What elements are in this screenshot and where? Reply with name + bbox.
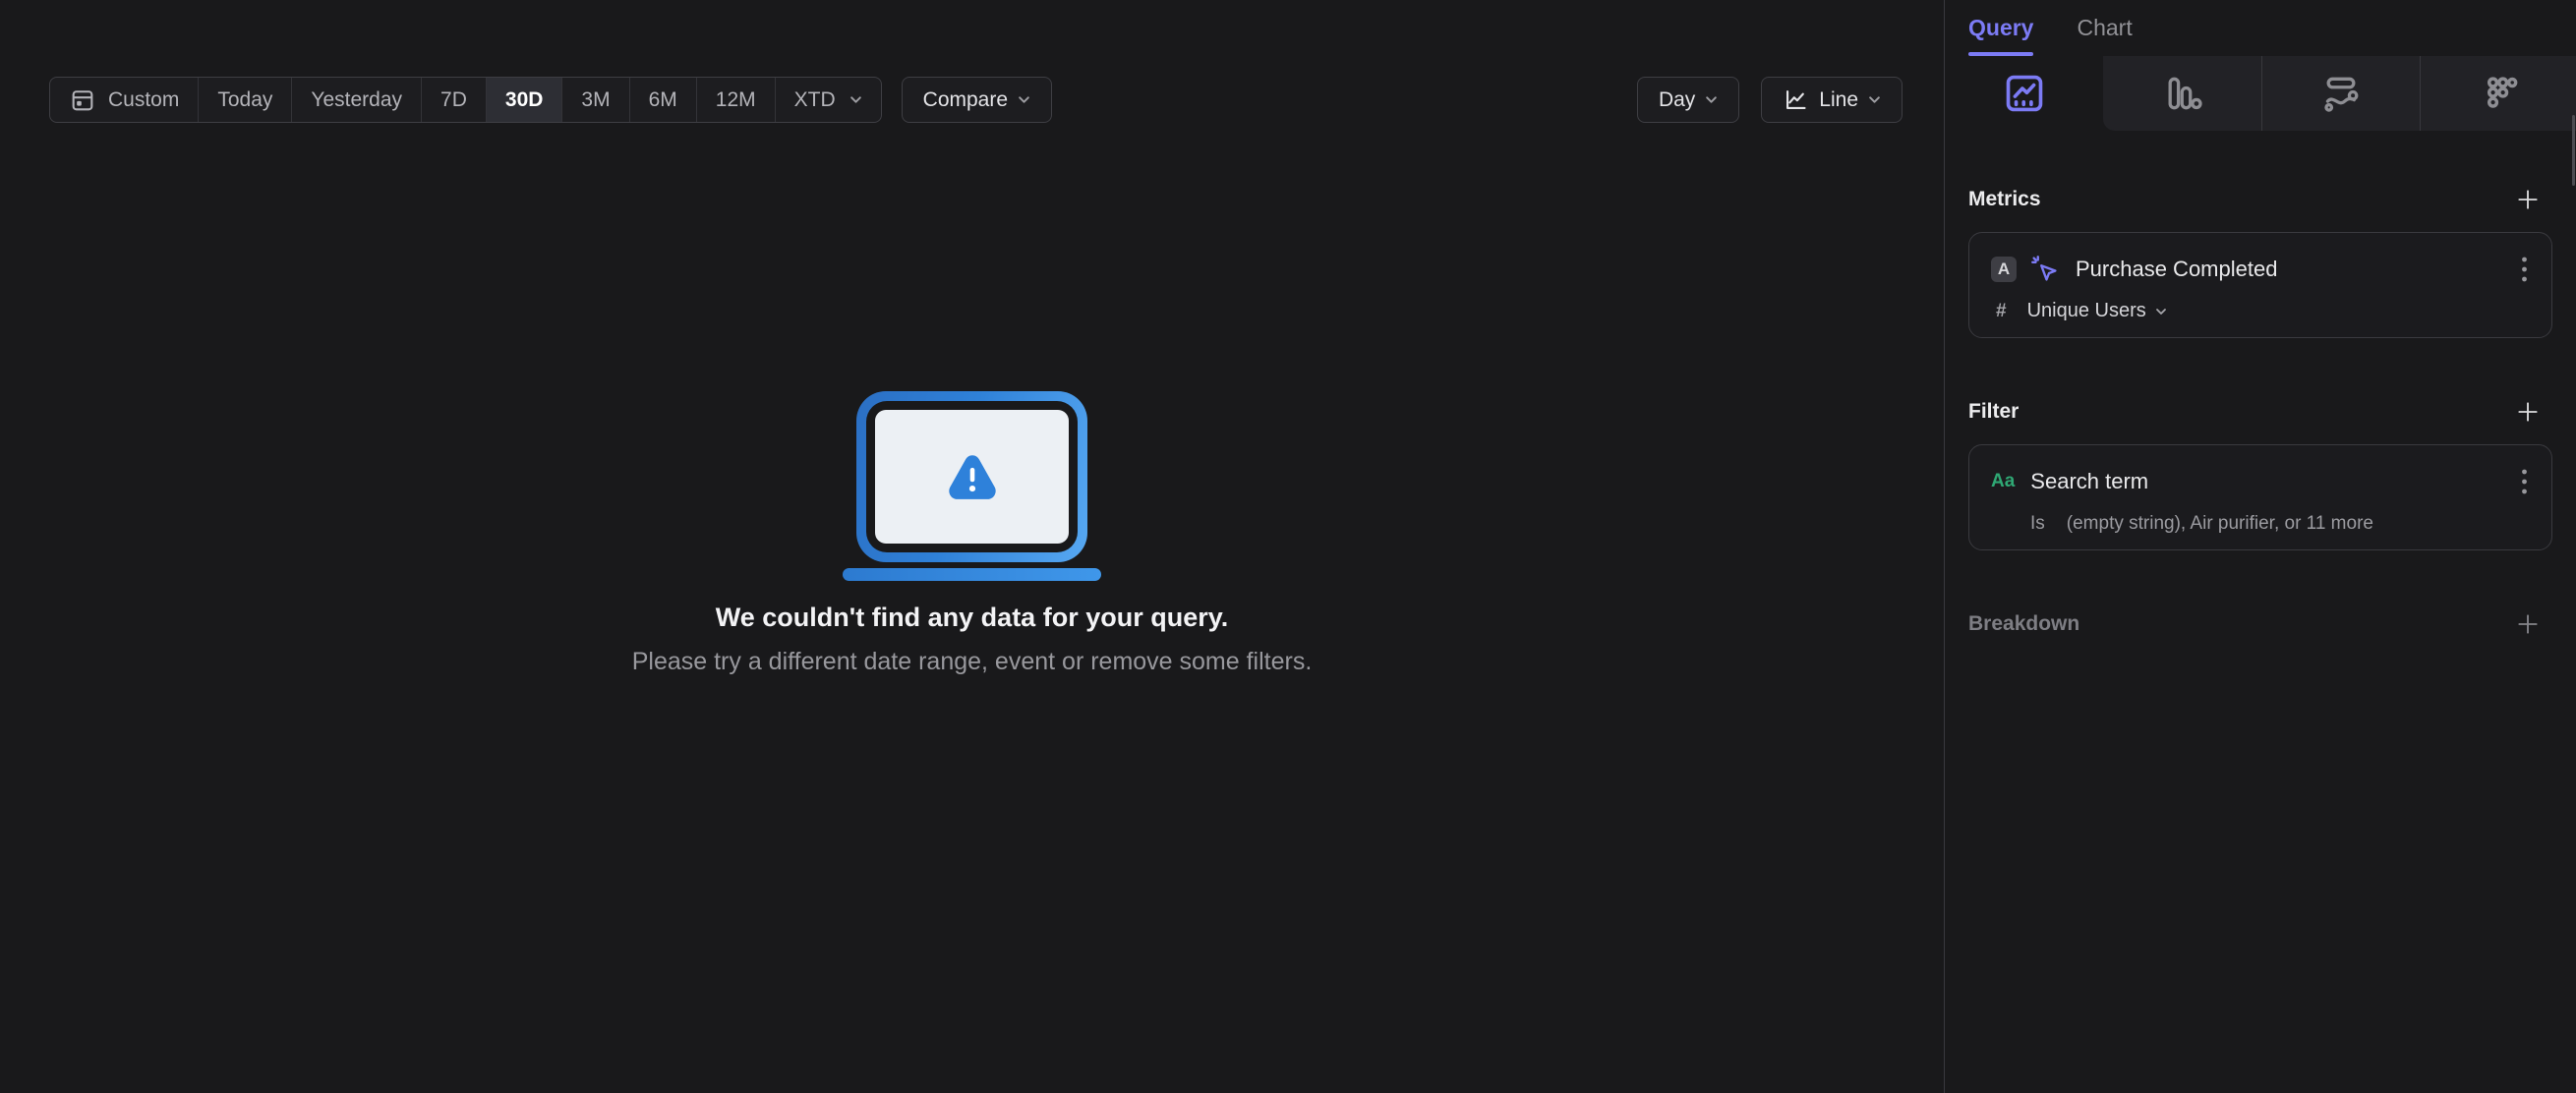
date-range-label: Today bbox=[217, 87, 273, 111]
compare-dropdown[interactable]: Compare bbox=[901, 77, 1053, 123]
metric-row-event: A Purchase Completed bbox=[1991, 254, 2532, 285]
aggregation-dropdown[interactable]: Unique Users bbox=[2027, 300, 2146, 322]
filter-kebab-menu-icon[interactable] bbox=[2517, 466, 2532, 497]
date-range-12m[interactable]: 12M bbox=[695, 78, 775, 122]
main-chart-area: Custom Today Yesterday 7D 30D 3M 6M 12M … bbox=[0, 0, 1944, 1093]
tab-query-label: Query bbox=[1968, 15, 2034, 40]
aggregation-symbol: # bbox=[1996, 300, 2007, 321]
tab-insights-selected[interactable] bbox=[1945, 56, 2103, 131]
flows-icon bbox=[2319, 72, 2363, 115]
tab-flows[interactable] bbox=[2261, 56, 2420, 131]
laptop-illustration bbox=[856, 391, 1087, 562]
tab-query[interactable]: Query bbox=[1968, 0, 2034, 56]
metric-row-aggregation: # Unique Users bbox=[1991, 300, 2532, 322]
line-chart-icon bbox=[1783, 86, 1809, 113]
chevron-down-icon bbox=[1868, 95, 1881, 104]
date-range-custom[interactable]: Custom bbox=[50, 78, 198, 122]
display-controls: Day Line bbox=[1636, 77, 1903, 123]
chevron-down-icon bbox=[1705, 95, 1718, 104]
breakdown-heading: Breakdown bbox=[1968, 612, 2080, 635]
tab-chart-label: Chart bbox=[2077, 15, 2133, 40]
date-range-label: Yesterday bbox=[311, 87, 403, 111]
filter-heading: Filter bbox=[1968, 400, 2020, 423]
filter-operator[interactable]: Is bbox=[2030, 513, 2045, 535]
filter-row-property: Aa Search term bbox=[1991, 466, 2532, 497]
date-range-label: 6M bbox=[648, 87, 677, 111]
panel-tab-bar: Query Chart bbox=[1945, 0, 2576, 56]
date-range-label: 30D bbox=[504, 87, 544, 111]
date-range-label: 3M bbox=[581, 87, 611, 111]
date-range-7d[interactable]: 7D bbox=[421, 78, 486, 122]
metric-kebab-menu-icon[interactable] bbox=[2517, 254, 2532, 285]
metrics-header: Metrics bbox=[1968, 187, 2552, 212]
metrics-section: Metrics A Purchase Completed # Unique Us… bbox=[1945, 187, 2576, 338]
panel-scrollbar[interactable] bbox=[2572, 115, 2575, 186]
date-range-3m[interactable]: 3M bbox=[561, 78, 628, 122]
date-range-30d-selected[interactable]: 30D bbox=[485, 78, 562, 122]
date-controls: Custom Today Yesterday 7D 30D 3M 6M 12M … bbox=[49, 77, 1053, 123]
date-range-label: 12M bbox=[715, 87, 756, 111]
query-builder-panel: Query Chart Metrics A Purchase Completed… bbox=[1944, 0, 2576, 1093]
add-filter-icon[interactable] bbox=[2515, 399, 2541, 425]
compare-label: Compare bbox=[922, 87, 1009, 111]
add-metric-icon[interactable] bbox=[2515, 187, 2541, 212]
report-type-tab-bar bbox=[1945, 56, 2576, 186]
breakdown-section: Breakdown bbox=[1945, 611, 2576, 637]
tab-retention[interactable] bbox=[2420, 56, 2576, 131]
tab-chart[interactable]: Chart bbox=[2077, 0, 2132, 56]
filter-row-condition: Is (empty string), Air purifier, or 11 m… bbox=[1991, 513, 2532, 535]
calendar-icon bbox=[69, 86, 96, 114]
laptop-bezel bbox=[866, 401, 1078, 552]
date-range-today[interactable]: Today bbox=[198, 78, 291, 122]
date-range-xtd-dropdown[interactable]: XTD bbox=[774, 78, 881, 122]
chart-type-dropdown[interactable]: Line bbox=[1761, 77, 1903, 123]
empty-state-subtitle: Please try a different date range, event… bbox=[631, 648, 1313, 675]
filter-property-name: Search term bbox=[2030, 469, 2149, 493]
granularity-label: Day bbox=[1658, 87, 1696, 111]
empty-state-title: We couldn't find any data for your query… bbox=[715, 603, 1229, 632]
metric-card[interactable]: A Purchase Completed # Unique Users bbox=[1968, 232, 2552, 338]
chevron-down-icon bbox=[1018, 95, 1030, 104]
date-range-yesterday[interactable]: Yesterday bbox=[291, 78, 421, 122]
filter-section: Filter Aa Search term Is (empty string),… bbox=[1945, 399, 2576, 550]
series-letter-badge: A bbox=[1991, 257, 2017, 282]
filter-card[interactable]: Aa Search term Is (empty string), Air pu… bbox=[1968, 444, 2552, 550]
string-property-type-icon: Aa bbox=[1991, 471, 2016, 491]
breakdown-header: Breakdown bbox=[1968, 611, 2552, 637]
date-range-label: 7D bbox=[440, 87, 467, 111]
tab-funnels[interactable] bbox=[2103, 56, 2261, 131]
add-breakdown-icon[interactable] bbox=[2515, 611, 2541, 637]
chart-type-label: Line bbox=[1819, 87, 1858, 111]
chevron-down-icon bbox=[2155, 308, 2167, 316]
event-cursor-icon bbox=[2030, 255, 2060, 284]
no-data-empty-state: We couldn't find any data for your query… bbox=[0, 391, 1944, 676]
laptop-base bbox=[843, 568, 1101, 581]
laptop-screen bbox=[875, 410, 1069, 544]
filter-header: Filter bbox=[1968, 399, 2552, 425]
metric-event-name: Purchase Completed bbox=[2076, 257, 2278, 281]
filter-values-summary[interactable]: (empty string), Air purifier, or 11 more bbox=[2067, 513, 2373, 535]
date-range-label: XTD bbox=[793, 87, 836, 111]
date-range-segmented-control: Custom Today Yesterday 7D 30D 3M 6M 12M … bbox=[49, 77, 882, 123]
metrics-heading: Metrics bbox=[1968, 188, 2041, 210]
date-range-label: Custom bbox=[108, 87, 180, 111]
date-range-6m[interactable]: 6M bbox=[628, 78, 696, 122]
retention-icon bbox=[2478, 72, 2521, 115]
funnels-icon bbox=[2161, 72, 2204, 115]
chart-toolbar: Custom Today Yesterday 7D 30D 3M 6M 12M … bbox=[49, 77, 1903, 123]
warning-triangle-icon bbox=[942, 449, 1003, 504]
granularity-dropdown[interactable]: Day bbox=[1636, 77, 1740, 123]
chevron-down-icon bbox=[849, 95, 862, 104]
insights-icon bbox=[2002, 71, 2047, 116]
